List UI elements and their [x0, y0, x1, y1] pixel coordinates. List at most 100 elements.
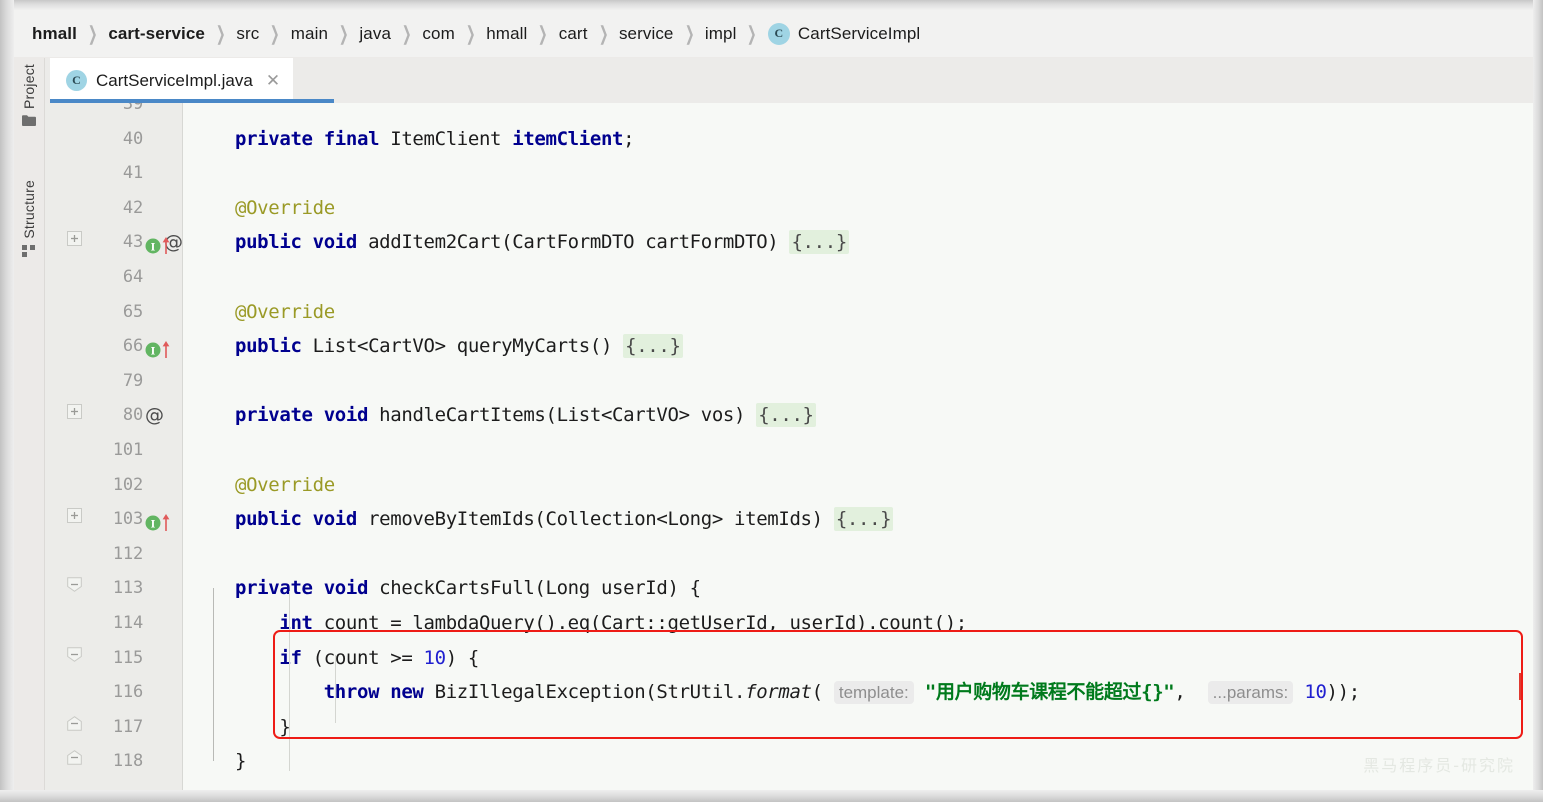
breadcrumb-separator: ❯ [87, 23, 98, 45]
code-text[interactable]: } [235, 744, 246, 779]
java-class-icon: C [767, 22, 790, 45]
gutter-icon-group: @ [145, 398, 205, 433]
breadcrumb-item-src[interactable]: src [236, 24, 259, 44]
code-line: 115 if (count >= 10) { [45, 641, 1533, 676]
code-token: ) { [445, 646, 480, 669]
line-number: 117 [112, 716, 143, 737]
annotation-at-icon[interactable]: @ [145, 406, 164, 425]
tool-window-button-structure[interactable]: Structure [14, 180, 44, 263]
code-token: removeByItemIds(Collection<Long> itemIds… [368, 508, 834, 531]
tab-label: CartServiceImpl.java [96, 70, 253, 90]
code-text[interactable]: private final ItemClient itemClient; [235, 122, 635, 157]
code-text[interactable]: public void removeByItemIds(Collection<L… [235, 502, 894, 537]
code-text[interactable]: @Override [235, 191, 335, 226]
code-token: public [235, 335, 313, 358]
line-number: 40 [122, 128, 143, 149]
code-token: } [235, 750, 247, 773]
window-frame-top [0, 0, 1543, 10]
code-token: addItem2Cart(CartFormDTO cartFormDTO) [368, 231, 790, 254]
line-number: 103 [112, 509, 143, 530]
code-line: 103 Ipublic void removeByItemIds(Collecti… [45, 502, 1533, 537]
line-number: 102 [112, 474, 143, 495]
gutter-icon-group: I @ [145, 225, 205, 260]
indent-guide [335, 655, 336, 723]
code-line: 41 [45, 156, 1533, 191]
code-line: 64 [45, 260, 1533, 295]
code-text[interactable]: private void handleCartItems(List<CartVO… [235, 398, 816, 433]
code-text[interactable]: public void addItem2Cart(CartFormDTO car… [235, 225, 849, 260]
fold-collapse-close-icon[interactable] [67, 710, 82, 731]
breadcrumb-separator: ❯ [401, 23, 412, 45]
code-text[interactable]: int count = lambdaQuery().eq(Cart::getUs… [235, 606, 967, 641]
code-line: 42 @Override [45, 191, 1533, 226]
line-number: 65 [122, 301, 143, 322]
fold-collapse-open-icon[interactable] [67, 641, 82, 662]
code-line: 116 throw new BizIllegalException(StrUti… [45, 675, 1533, 710]
code-line: 40 private final ItemClient itemClient; [45, 122, 1533, 157]
fold-collapse-open-icon[interactable] [67, 571, 82, 593]
window-frame-left [0, 0, 14, 802]
code-token: ( [811, 681, 834, 704]
code-text[interactable]: private void checkCartsFull(Long userId)… [235, 571, 701, 606]
line-number: 114 [112, 613, 143, 633]
code-token: int [279, 612, 324, 634]
breadcrumb-separator: ❯ [215, 23, 226, 45]
line-number: 101 [112, 440, 143, 460]
tool-window-button-project[interactable]: Project [14, 64, 44, 132]
code-editor[interactable]: 39 40 private final ItemClient itemClient;… [45, 103, 1533, 790]
code-text[interactable]: @Override [235, 295, 335, 330]
code-line: 65 @Override [45, 295, 1533, 330]
breadcrumb-item-service[interactable]: service [619, 24, 674, 44]
code-text[interactable]: public List<CartVO> queryMyCarts() {...} [235, 329, 683, 364]
breadcrumb-item-java[interactable]: java [359, 24, 391, 44]
breadcrumb-item-impl[interactable]: impl [705, 24, 737, 44]
code-line: 113 private void checkCartsFull(Long user… [45, 571, 1533, 606]
structure-icon [21, 244, 37, 263]
code-text[interactable]: } [235, 710, 290, 745]
close-icon[interactable]: ✕ [266, 72, 280, 89]
fold-expand-icon[interactable] [67, 225, 82, 247]
implements-method-icon[interactable]: I [145, 234, 170, 255]
code-token: , [1174, 681, 1208, 704]
code-token: itemClient [512, 127, 624, 150]
breadcrumb-item-main[interactable]: main [291, 24, 328, 44]
line-number: 66 [122, 336, 143, 357]
structure-label: Structure [21, 180, 37, 239]
fold-expand-icon[interactable] [67, 502, 82, 524]
code-text[interactable]: if (count >= 10) { [235, 641, 479, 676]
code-token: 10 [423, 646, 447, 669]
watermark: 黑马程序员-研究院 [1363, 756, 1515, 775]
svg-text:I: I [151, 519, 156, 530]
code-token: "用户购物车课程不能超过{}" [924, 681, 1175, 704]
breadcrumb-item-cartserviceimpl[interactable]: CartServiceImpl [798, 24, 920, 44]
code-text[interactable]: throw new BizIllegalException(StrUtil.fo… [235, 675, 1360, 710]
tab-cartserviceimpl[interactable]: C CartServiceImpl.java ✕ [50, 58, 294, 103]
line-number: 113 [112, 578, 143, 599]
code-token: if [279, 646, 313, 669]
line-number: 80 [122, 405, 143, 426]
window-frame-right [1533, 0, 1543, 802]
breadcrumb-item-cart[interactable]: cart [559, 24, 588, 44]
fold-collapse-close-icon[interactable] [67, 744, 82, 766]
code-token: BizIllegalException(StrUtil. [434, 681, 746, 704]
breadcrumb-item-com[interactable]: com [422, 24, 454, 44]
line-number: 112 [112, 543, 143, 564]
code-token: @Override [235, 196, 335, 219]
breadcrumb-separator: ❯ [538, 23, 548, 45]
fold-expand-icon[interactable] [67, 398, 82, 420]
breadcrumb-item-hmall[interactable]: hmall [486, 24, 527, 44]
line-number: 39 [122, 103, 143, 114]
breadcrumb-separator: ❯ [598, 23, 609, 45]
code-token: public void [235, 508, 369, 531]
line-number: 41 [122, 163, 143, 184]
breadcrumb-item-hmall[interactable]: hmall [32, 24, 77, 44]
implements-method-icon[interactable]: I [145, 511, 170, 531]
code-line: 80 @ private void handleCartItems(List<Car… [45, 398, 1533, 433]
breadcrumb-item-cart-service[interactable]: cart-service [108, 24, 205, 44]
implements-method-icon[interactable]: I [145, 338, 170, 358]
code-text[interactable]: @Override [235, 468, 335, 503]
